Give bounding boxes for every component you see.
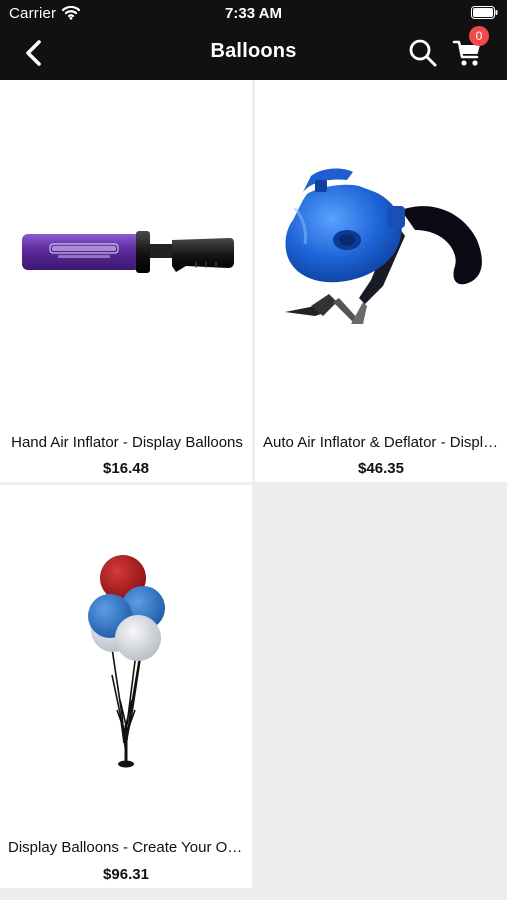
- navigation-bar: Balloons 0: [0, 26, 507, 80]
- product-card[interactable]: Auto Air Inflator & Deflator - Display B…: [255, 80, 507, 482]
- electric-pump-image: [285, 168, 482, 324]
- cart-count-badge: 0: [469, 26, 489, 46]
- status-time: 7:33 AM: [225, 5, 282, 22]
- product-card[interactable]: Display Balloons - Create Your Own $96.3…: [0, 485, 252, 888]
- balloon-bouquet-image: [88, 555, 165, 768]
- search-icon[interactable]: [408, 38, 438, 68]
- product-name: Auto Air Inflator & Deflator - Display B…: [263, 434, 501, 451]
- hand-pump-image: [22, 231, 234, 273]
- product-price: $46.35: [358, 460, 404, 477]
- product-name: Display Balloons - Create Your Own: [8, 839, 246, 856]
- status-bar: Carrier 7:33 AM: [0, 0, 507, 26]
- product-name: Hand Air Inflator - Display Balloons: [11, 434, 243, 451]
- battery-icon: [471, 6, 498, 19]
- product-price: $96.31: [103, 866, 149, 883]
- product-price: $16.48: [103, 460, 149, 477]
- product-card[interactable]: Hand Air Inflator - Display Balloons $16…: [0, 80, 252, 482]
- top-bar: Carrier 7:33 AM Balloons 0: [0, 0, 507, 80]
